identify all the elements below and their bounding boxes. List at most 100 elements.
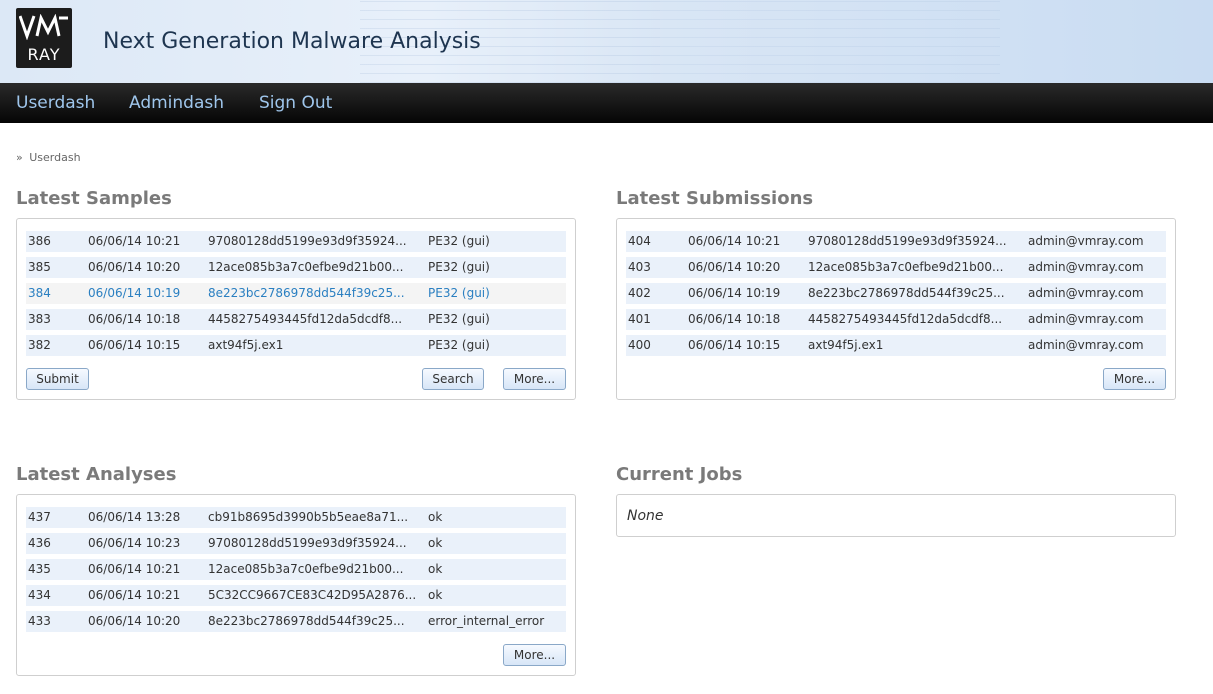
submission-id: 404 bbox=[628, 234, 651, 248]
submission-user: admin@vmray.com bbox=[1028, 312, 1144, 326]
sample-type: PE32 (gui) bbox=[428, 338, 490, 352]
sample-row[interactable]: 385 06/06/14 10:20 12ace085b3a7c0efbe9d2… bbox=[26, 257, 566, 278]
submission-user: admin@vmray.com bbox=[1028, 338, 1144, 352]
submission-row[interactable]: 402 06/06/14 10:19 8e223bc2786978dd544f3… bbox=[626, 283, 1166, 304]
sample-row-hovered[interactable]: 384 06/06/14 10:19 8e223bc2786978dd544f3… bbox=[26, 283, 566, 304]
analysis-row[interactable]: 437 06/06/14 13:28 cb91b8695d3990b5b5eae… bbox=[26, 507, 566, 528]
analysis-hash: 12ace085b3a7c0efbe9d21b00... bbox=[208, 562, 404, 576]
analysis-date: 06/06/14 10:20 bbox=[88, 614, 181, 628]
analysis-id: 437 bbox=[28, 510, 51, 524]
analysis-date: 06/06/14 10:21 bbox=[88, 588, 181, 602]
analyses-more-button[interactable]: More... bbox=[503, 644, 566, 666]
breadcrumb-separator: » bbox=[16, 151, 23, 164]
nav-sign-out[interactable]: Sign Out bbox=[259, 93, 332, 113]
vmray-logo[interactable]: RAY bbox=[16, 8, 72, 68]
sample-date: 06/06/14 10:21 bbox=[88, 234, 181, 248]
sample-row[interactable]: 382 06/06/14 10:15 axt94f5j.ex1 PE32 (gu… bbox=[26, 335, 566, 356]
search-button[interactable]: Search bbox=[422, 368, 484, 390]
submission-hash: 97080128dd5199e93d9f35924... bbox=[808, 234, 1007, 248]
sample-hash: 97080128dd5199e93d9f35924... bbox=[208, 234, 407, 248]
analysis-result: ok bbox=[428, 562, 443, 576]
sample-date: 06/06/14 10:20 bbox=[88, 260, 181, 274]
submission-row[interactable]: 404 06/06/14 10:21 97080128dd5199e93d9f3… bbox=[626, 231, 1166, 252]
submission-id: 403 bbox=[628, 260, 651, 274]
app-title: Next Generation Malware Analysis bbox=[103, 29, 481, 54]
main-nav: Userdash Admindash Sign Out bbox=[0, 83, 1213, 123]
analysis-result: ok bbox=[428, 536, 443, 550]
sample-type: PE32 (gui) bbox=[428, 312, 490, 326]
submission-id: 402 bbox=[628, 286, 651, 300]
sample-type: PE32 (gui) bbox=[428, 234, 490, 248]
submissions-more-button[interactable]: More... bbox=[1103, 368, 1166, 390]
submission-date: 06/06/14 10:18 bbox=[688, 312, 781, 326]
submission-hash: 4458275493445fd12da5dcdf8... bbox=[808, 312, 1003, 326]
nav-userdash[interactable]: Userdash bbox=[16, 93, 95, 113]
sample-type: PE32 (gui) bbox=[428, 286, 490, 300]
analysis-row[interactable]: 436 06/06/14 10:23 97080128dd5199e93d9f3… bbox=[26, 533, 566, 554]
submission-row[interactable]: 400 06/06/14 10:15 axt94f5j.ex1 admin@vm… bbox=[626, 335, 1166, 356]
submission-hash: axt94f5j.ex1 bbox=[808, 338, 884, 352]
submission-user: admin@vmray.com bbox=[1028, 234, 1144, 248]
submission-id: 400 bbox=[628, 338, 651, 352]
breadcrumb: » Userdash bbox=[16, 151, 81, 164]
analysis-id: 436 bbox=[28, 536, 51, 550]
latest-samples-panel: 386 06/06/14 10:21 97080128dd5199e93d9f3… bbox=[16, 218, 576, 400]
submit-button[interactable]: Submit bbox=[26, 368, 89, 390]
current-jobs-title: Current Jobs bbox=[616, 464, 743, 485]
submission-user: admin@vmray.com bbox=[1028, 260, 1144, 274]
analysis-hash: 8e223bc2786978dd544f39c25... bbox=[208, 614, 405, 628]
submission-hash: 8e223bc2786978dd544f39c25... bbox=[808, 286, 1005, 300]
analysis-row[interactable]: 433 06/06/14 10:20 8e223bc2786978dd544f3… bbox=[26, 611, 566, 632]
analysis-hash: cb91b8695d3990b5b5eae8a71... bbox=[208, 510, 409, 524]
sample-id: 386 bbox=[28, 234, 51, 248]
sample-hash: axt94f5j.ex1 bbox=[208, 338, 284, 352]
samples-more-button[interactable]: More... bbox=[503, 368, 566, 390]
analysis-date: 06/06/14 13:28 bbox=[88, 510, 181, 524]
latest-submissions-title: Latest Submissions bbox=[616, 188, 814, 209]
logo-text: RAY bbox=[27, 45, 61, 64]
sample-row[interactable]: 383 06/06/14 10:18 4458275493445fd12da5d… bbox=[26, 309, 566, 330]
sample-type: PE32 (gui) bbox=[428, 260, 490, 274]
banner-decoration bbox=[660, 0, 1000, 83]
analysis-date: 06/06/14 10:21 bbox=[88, 562, 181, 576]
sample-id: 382 bbox=[28, 338, 51, 352]
submission-row[interactable]: 401 06/06/14 10:18 4458275493445fd12da5d… bbox=[626, 309, 1166, 330]
current-jobs-panel: None bbox=[616, 494, 1176, 537]
latest-analyses-panel: 437 06/06/14 13:28 cb91b8695d3990b5b5eae… bbox=[16, 494, 576, 676]
analysis-row[interactable]: 434 06/06/14 10:21 5C32CC9667CE83C42D95A… bbox=[26, 585, 566, 606]
sample-id: 383 bbox=[28, 312, 51, 326]
submission-date: 06/06/14 10:19 bbox=[688, 286, 781, 300]
analysis-date: 06/06/14 10:23 bbox=[88, 536, 181, 550]
submission-id: 401 bbox=[628, 312, 651, 326]
analysis-result: error_internal_error bbox=[428, 614, 545, 628]
latest-samples-title: Latest Samples bbox=[16, 188, 172, 209]
submission-hash: 12ace085b3a7c0efbe9d21b00... bbox=[808, 260, 1004, 274]
submission-date: 06/06/14 10:21 bbox=[688, 234, 781, 248]
latest-submissions-panel: 404 06/06/14 10:21 97080128dd5199e93d9f3… bbox=[616, 218, 1176, 400]
sample-date: 06/06/14 10:19 bbox=[88, 286, 181, 300]
nav-admindash[interactable]: Admindash bbox=[129, 93, 224, 113]
sample-hash: 4458275493445fd12da5dcdf8... bbox=[208, 312, 403, 326]
sample-id: 385 bbox=[28, 260, 51, 274]
analysis-id: 434 bbox=[28, 588, 51, 602]
sample-hash: 12ace085b3a7c0efbe9d21b00... bbox=[208, 260, 404, 274]
sample-date: 06/06/14 10:18 bbox=[88, 312, 181, 326]
submission-user: admin@vmray.com bbox=[1028, 286, 1144, 300]
sample-hash: 8e223bc2786978dd544f39c25... bbox=[208, 286, 405, 300]
submission-row[interactable]: 403 06/06/14 10:20 12ace085b3a7c0efbe9d2… bbox=[626, 257, 1166, 278]
analysis-row[interactable]: 435 06/06/14 10:21 12ace085b3a7c0efbe9d2… bbox=[26, 559, 566, 580]
breadcrumb-current[interactable]: Userdash bbox=[29, 151, 80, 164]
latest-analyses-title: Latest Analyses bbox=[16, 464, 177, 485]
header-banner: RAY Next Generation Malware Analysis bbox=[0, 0, 1213, 83]
analysis-result: ok bbox=[428, 510, 443, 524]
analysis-hash: 5C32CC9667CE83C42D95A2876... bbox=[208, 588, 417, 602]
submission-date: 06/06/14 10:20 bbox=[688, 260, 781, 274]
analysis-result: ok bbox=[428, 588, 443, 602]
analysis-id: 435 bbox=[28, 562, 51, 576]
sample-row[interactable]: 386 06/06/14 10:21 97080128dd5199e93d9f3… bbox=[26, 231, 566, 252]
submission-date: 06/06/14 10:15 bbox=[688, 338, 781, 352]
current-jobs-empty: None bbox=[627, 508, 664, 524]
analysis-id: 433 bbox=[28, 614, 51, 628]
sample-id: 384 bbox=[28, 286, 51, 300]
sample-date: 06/06/14 10:15 bbox=[88, 338, 181, 352]
